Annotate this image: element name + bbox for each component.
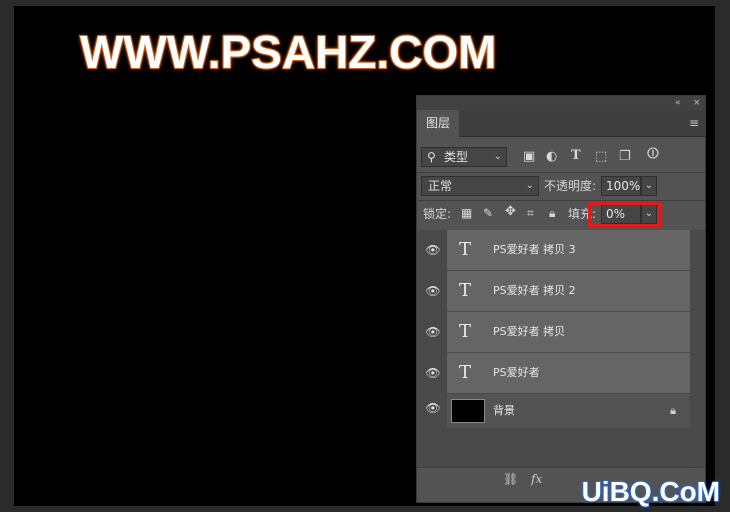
panel-titlebar: « × <box>417 96 705 110</box>
chevron-down-icon: ⌄ <box>525 180 534 191</box>
lock-transparent-icon[interactable]: ▦ <box>461 206 472 220</box>
link-icon[interactable]: ⛓︎ <box>503 472 518 486</box>
visibility-eye-icon[interactable]: 👁︎ <box>425 353 441 393</box>
adjustment-filter-icon[interactable]: ◐ <box>546 150 557 164</box>
shape-filter-icon[interactable]: ⬚ <box>595 150 607 164</box>
blend-mode-select[interactable]: 正常 ⌄ <box>421 176 539 196</box>
layers-panel: « × 图层 ≡ ⚲ 类型 ⌄ ▣ ◐ T ⬚ ❐ ⏼ 正常 ⌄ 不透明度: 1… <box>416 95 706 503</box>
chevron-down-icon: ⌄ <box>493 151 502 162</box>
watermark-bottom: UiBQ.CoM <box>581 475 721 508</box>
panel-menu-icon[interactable]: ≡ <box>689 117 699 129</box>
lock-paint-brush-icon[interactable]: ✎ <box>483 206 493 220</box>
blend-mode-value: 正常 <box>428 179 453 193</box>
search-icon: ⚲ <box>427 150 436 164</box>
layer-name: PS爱好者 拷贝 <box>493 325 566 338</box>
visibility-eye-icon[interactable]: 👁︎ <box>425 388 441 428</box>
watermark-top: WWW.PSAHZ.COM <box>79 25 497 79</box>
layer-row-background[interactable]: 背景 🔒︎ <box>447 394 690 429</box>
lock-move-icon[interactable]: ✥ <box>505 205 516 219</box>
filter-kind-select[interactable]: ⚲ 类型 ⌄ <box>421 147 507 167</box>
image-filter-icon[interactable]: ▣ <box>523 150 535 164</box>
layers-list: 👁︎ T PS爱好者 拷贝 3 👁︎ T PS爱好者 拷贝 2 👁︎ T PS爱… <box>417 230 705 470</box>
type-filter-icon[interactable]: T <box>571 149 581 163</box>
layer-row[interactable]: T PS爱好者 拷贝 <box>447 312 690 353</box>
layer-row[interactable]: T PS爱好者 拷贝 3 <box>447 230 690 271</box>
layer-row[interactable]: T PS爱好者 <box>447 353 690 394</box>
fx-icon[interactable]: fx <box>531 472 542 486</box>
layer-name: PS爱好者 <box>493 366 540 379</box>
divider <box>417 200 705 201</box>
text-layer-icon: T <box>459 321 472 342</box>
collapse-icon[interactable]: « <box>675 96 681 110</box>
panel-tabbar: 图层 ≡ <box>417 110 705 137</box>
visibility-eye-icon[interactable]: 👁︎ <box>425 312 441 352</box>
highlight-annotation <box>588 202 661 227</box>
lock-icon: 🔒︎ <box>670 404 676 417</box>
layers-scrollbar[interactable] <box>692 230 703 470</box>
visibility-eye-icon[interactable]: 👁︎ <box>425 271 441 311</box>
layer-name: 背景 <box>493 404 515 417</box>
opacity-input[interactable]: 100% <box>601 176 641 196</box>
filter-toggle-icon[interactable]: ⏼ <box>647 146 659 161</box>
tab-layers[interactable]: 图层 <box>417 110 459 137</box>
smartobject-filter-icon[interactable]: ❐ <box>619 150 631 164</box>
layer-name: PS爱好者 拷贝 2 <box>493 284 576 297</box>
opacity-label: 不透明度: <box>544 179 597 193</box>
text-layer-icon: T <box>459 239 472 260</box>
layer-name: PS爱好者 拷贝 3 <box>493 243 576 256</box>
filter-kind-label: 类型 <box>444 150 469 164</box>
text-layer-icon: T <box>459 280 472 301</box>
lock-artboard-icon[interactable]: ⌗ <box>527 206 534 220</box>
opacity-dropdown-button[interactable]: ⌄ <box>641 176 657 196</box>
close-icon[interactable]: × <box>693 96 701 110</box>
divider <box>417 172 705 173</box>
layer-row[interactable]: T PS爱好者 拷贝 2 <box>447 271 690 312</box>
visibility-eye-icon[interactable]: 👁︎ <box>425 230 441 270</box>
lock-label: 锁定: <box>423 207 452 221</box>
text-layer-icon: T <box>459 362 472 383</box>
layer-thumbnail <box>451 399 485 423</box>
lock-all-icon[interactable]: 🔒︎ <box>549 206 555 220</box>
